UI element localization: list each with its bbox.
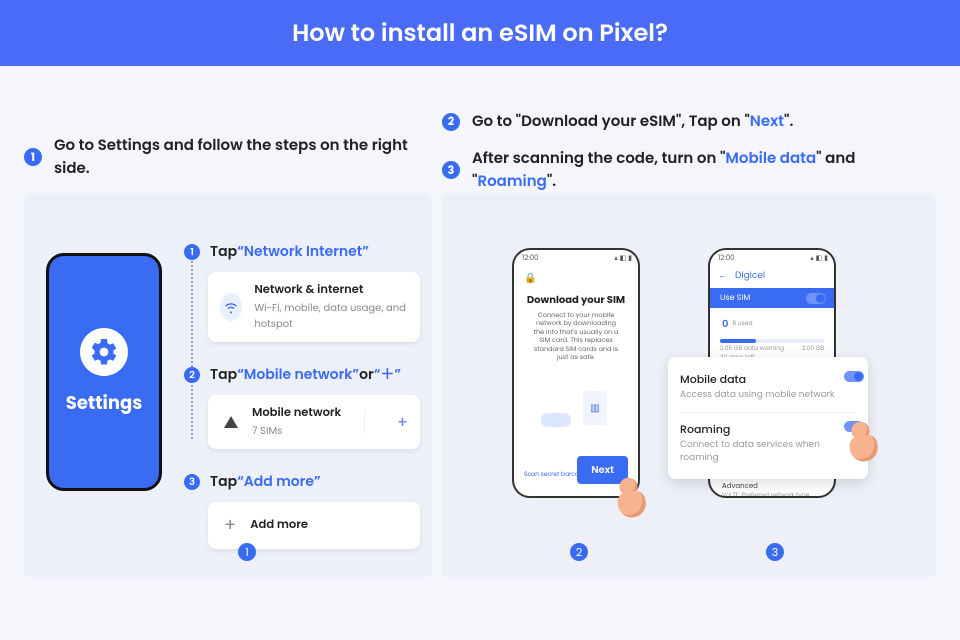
back-arrow-icon[interactable]: ←	[718, 270, 727, 283]
settings-label: Settings	[66, 390, 142, 417]
t: ".	[547, 171, 556, 192]
download-illustration: ▥	[541, 389, 611, 435]
t: Tap	[210, 241, 237, 262]
status-icons: ▴ ◧ ▮	[614, 254, 632, 264]
step-badge-3: 3	[184, 474, 200, 490]
hl-plus: “＋”	[374, 364, 401, 385]
settings-phone-mock: Settings	[46, 253, 162, 491]
intro-step-1: 1 Go to Settings and follow the steps on…	[24, 134, 434, 180]
signal-icon	[224, 416, 238, 428]
balance-row: 0 B used	[720, 312, 824, 336]
intro-step-2: 2 Go to "Download your eSIM", Tap on "Ne…	[442, 110, 938, 133]
left-step-2: 2 Tap “Mobile network” or “＋”	[184, 364, 416, 385]
s: VoLTE, Preferred network type, Settings …	[722, 492, 815, 498]
card-text: Network & internet Wi-Fi, mobile, data u…	[254, 282, 408, 332]
intro-step-3: 3 After scanning the code, turn on "Mobi…	[442, 147, 938, 193]
t: 2.05 GB data warning	[720, 345, 784, 353]
main-area: 1 Go to Settings and follow the steps on…	[0, 66, 960, 640]
carrier-name: Digicel	[735, 270, 765, 283]
card-text: Mobile network 7 SIMs	[252, 405, 341, 439]
intro-step-1-text: Go to Settings and follow the steps on t…	[54, 134, 434, 180]
card-text: Add more	[250, 517, 308, 534]
chevron-down-icon: ⌄	[815, 490, 822, 498]
t: After scanning the code, turn on "	[472, 148, 725, 169]
carrier-header: ← Digicel	[710, 264, 834, 288]
lock-icon: 🔒	[524, 270, 628, 286]
card-title: Add more	[250, 517, 308, 534]
sim-card-icon: ▥	[583, 391, 607, 425]
card-sub: Wi-Fi, mobile, data usage, and hotspot	[254, 300, 408, 332]
plus-icon: +	[224, 512, 236, 539]
t: Tap	[210, 364, 237, 385]
use-sim-label: Use SIM	[720, 292, 750, 304]
divider	[364, 410, 365, 434]
card-mobile-network[interactable]: Mobile network 7 SIMs +	[208, 395, 420, 449]
intro-step-2-highlight: Next	[750, 111, 784, 132]
use-sim-toggle[interactable]	[806, 293, 826, 304]
intro-step-3-text: After scanning the code, turn on "Mobile…	[472, 147, 938, 193]
clock: 12:00	[718, 254, 735, 264]
card-network-internet[interactable]: Network & internet Wi-Fi, mobile, data u…	[208, 272, 420, 342]
page-banner: How to install an eSIM on Pixel?	[0, 0, 960, 66]
add-sim-plus-icon[interactable]: +	[387, 410, 408, 435]
mobile-data-toggle[interactable]	[844, 371, 864, 382]
phone-download-sim: 12:00 ▴ ◧ ▮ 🔒 Download your SIM Connect …	[512, 248, 640, 498]
hl-mobile-data: Mobile data	[725, 148, 816, 169]
sim-details: 0 B used	[710, 308, 834, 336]
t: Advanced	[722, 482, 758, 491]
step-badge-2: 2	[184, 367, 200, 383]
panel-step-1: Settings 1 Tap “Network Internet” Networ…	[24, 193, 432, 577]
left-steps: 1 Tap “Network Internet” Network & inter…	[184, 241, 416, 571]
badge-3: 3	[442, 161, 460, 179]
roaming-sub: Connect to data services when roaming	[680, 439, 856, 465]
row-mobile-data[interactable]: Mobile data Access data using mobile net…	[680, 367, 856, 413]
screen-title: Download your SIM	[524, 292, 628, 308]
wifi-icon	[220, 293, 242, 321]
screen-desc: Connect to your mobile network by downlo…	[530, 312, 622, 363]
card-sub: 7 SIMs	[252, 423, 341, 439]
row-roaming[interactable]: Roaming Connect to data services when ro…	[680, 417, 856, 475]
hl-roaming: Roaming	[477, 171, 546, 192]
usage-bar	[720, 339, 824, 343]
intro-step-2-text: Go to "Download your eSIM", Tap on "Next…	[472, 110, 793, 133]
page-title: How to install an eSIM on Pixel?	[292, 16, 668, 51]
balance-value: 0	[722, 316, 728, 332]
row-advanced[interactable]: AdvancedVoLTE, Preferred network type, S…	[720, 478, 824, 498]
t: Go to "Download your eSIM", Tap on "	[472, 111, 750, 132]
badge-1: 1	[24, 148, 42, 166]
screen-body: 🔒 Download your SIM Connect to your mobi…	[514, 270, 638, 435]
panel-steps-2-3: 12:00 ▴ ◧ ▮ 🔒 Download your SIM Connect …	[442, 193, 936, 577]
clock: 12:00	[522, 254, 539, 264]
mobile-data-sub: Access data using mobile network	[680, 389, 835, 402]
roaming-label: Roaming	[680, 421, 856, 438]
panel-badge-2: 2	[570, 543, 588, 561]
panel-badge-3: 3	[766, 543, 784, 561]
t: Tap	[210, 471, 237, 492]
t: ".	[784, 111, 793, 132]
left-step-1: 1 Tap “Network Internet”	[184, 241, 416, 262]
hl-add-more: “Add more”	[237, 471, 321, 492]
gear-icon	[80, 328, 128, 376]
panel-badge-1: 1	[238, 543, 256, 561]
card-add-more[interactable]: + Add more	[208, 502, 420, 549]
badge-2: 2	[442, 113, 460, 131]
cloud-icon	[541, 413, 571, 427]
use-sim-row[interactable]: Use SIM	[710, 288, 834, 308]
step-badge-1: 1	[184, 244, 200, 260]
card-title: Mobile network	[252, 405, 341, 422]
hand-pointer-icon	[610, 474, 659, 535]
hl-network-internet: “Network Internet”	[237, 241, 369, 262]
hand-pointer-icon	[842, 418, 891, 479]
left-step-3: 3 Tap “Add more”	[184, 471, 416, 492]
status-icons: ▴ ◧ ▮	[810, 254, 828, 264]
t: or	[359, 364, 374, 385]
balance-label: B used	[732, 320, 752, 329]
hl-mobile-network: “Mobile network”	[237, 364, 359, 385]
toggles-overlay: Mobile data Access data using mobile net…	[668, 357, 868, 479]
mobile-data-label: Mobile data	[680, 371, 835, 388]
card-title: Network & internet	[254, 282, 408, 299]
